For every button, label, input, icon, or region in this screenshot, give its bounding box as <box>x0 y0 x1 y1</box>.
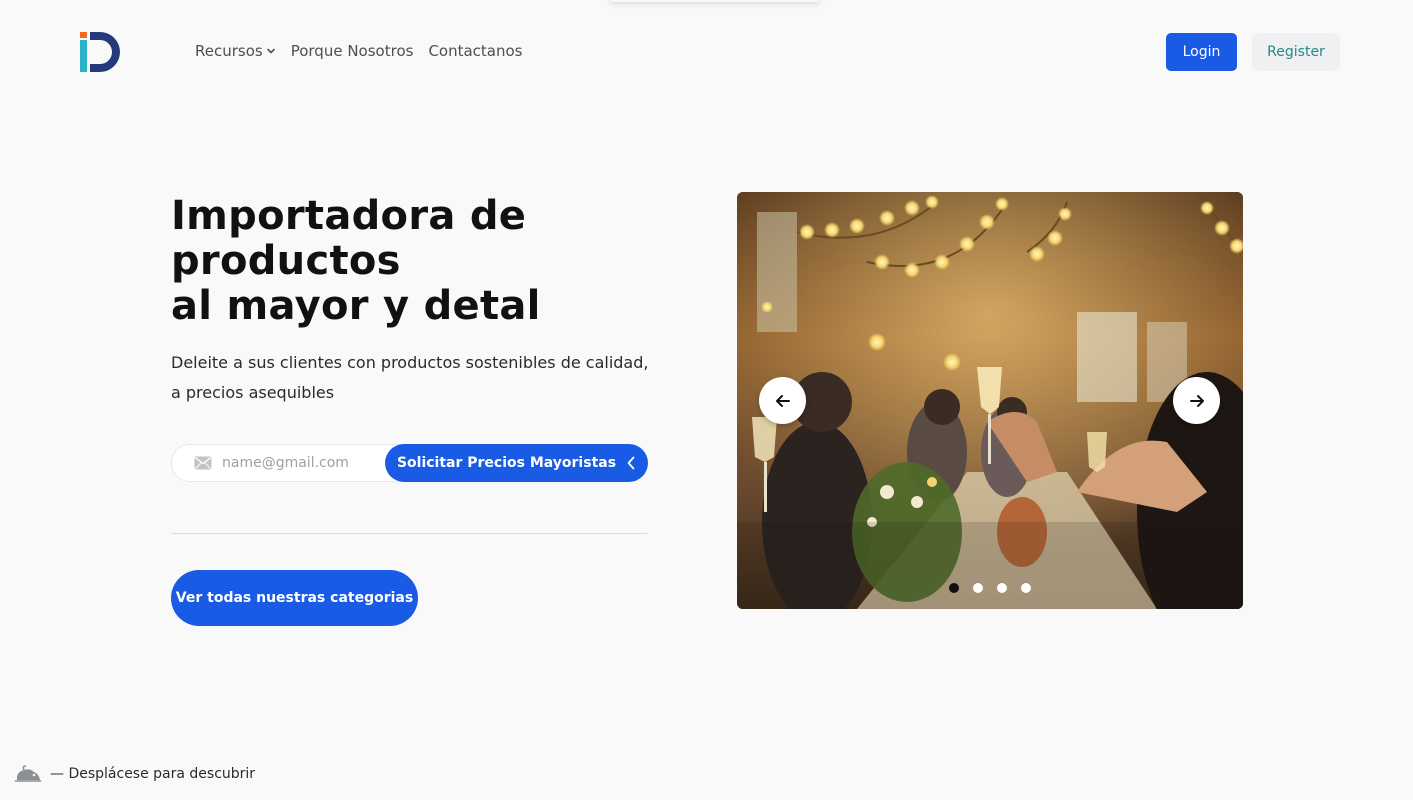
carousel-dot-1[interactable] <box>949 583 959 593</box>
view-categories-button[interactable]: Ver todas nuestras categorias <box>171 570 418 626</box>
image-carousel[interactable] <box>737 192 1243 609</box>
nav-contactanos[interactable]: Contactanos <box>428 42 522 60</box>
main-nav: Recursos Porque Nosotros Contactanos <box>195 42 523 60</box>
chevron-down-icon <box>266 48 275 54</box>
carousel-slide-image <box>737 192 1243 609</box>
mouse-icon <box>15 765 41 782</box>
carousel-prev-button[interactable] <box>759 377 806 424</box>
carousel-next-button[interactable] <box>1173 377 1220 424</box>
carousel-indicators <box>949 583 1031 593</box>
nav-porque-nosotros[interactable]: Porque Nosotros <box>291 42 414 60</box>
top-edge-shadow <box>610 0 820 2</box>
email-form: Solicitar Precios Mayoristas <box>171 444 648 482</box>
request-wholesale-prices-button[interactable]: Solicitar Precios Mayoristas <box>385 444 648 482</box>
hero-title: Importadora de productos al mayor y deta… <box>171 194 671 329</box>
scroll-hint-text: — Desplácese para descubrir <box>50 766 256 782</box>
hero-title-line-1: Importadora de <box>171 193 527 239</box>
scroll-hint: — Desplácese para descubrir <box>14 764 255 784</box>
hero-subtitle: Deleite a sus clientes con productos sos… <box>171 353 649 402</box>
divider <box>171 533 647 534</box>
arrow-right-icon <box>1189 394 1204 407</box>
nav-porque-nosotros-label: Porque Nosotros <box>290 42 414 60</box>
register-button[interactable]: Register <box>1252 33 1340 71</box>
request-wholesale-prices-label: Solicitar Precios Mayoristas <box>396 455 617 471</box>
hero-title-line-3: al mayor y detal <box>171 283 541 329</box>
brand-logo[interactable] <box>80 32 120 72</box>
carousel-dot-4[interactable] <box>1021 583 1031 593</box>
nav-contactanos-label: Contactanos <box>428 42 523 60</box>
nav-recursos-label: Recursos <box>195 42 263 60</box>
carousel-dot-3[interactable] <box>997 583 1007 593</box>
email-input[interactable] <box>222 451 382 475</box>
nav-recursos[interactable]: Recursos <box>195 42 276 60</box>
chevron-left-icon <box>627 456 635 470</box>
mail-icon <box>194 456 212 470</box>
login-button[interactable]: Login <box>1166 33 1237 71</box>
carousel-dot-2[interactable] <box>973 583 983 593</box>
hero-title-line-2: productos <box>171 238 401 284</box>
arrow-left-icon <box>775 394 790 407</box>
